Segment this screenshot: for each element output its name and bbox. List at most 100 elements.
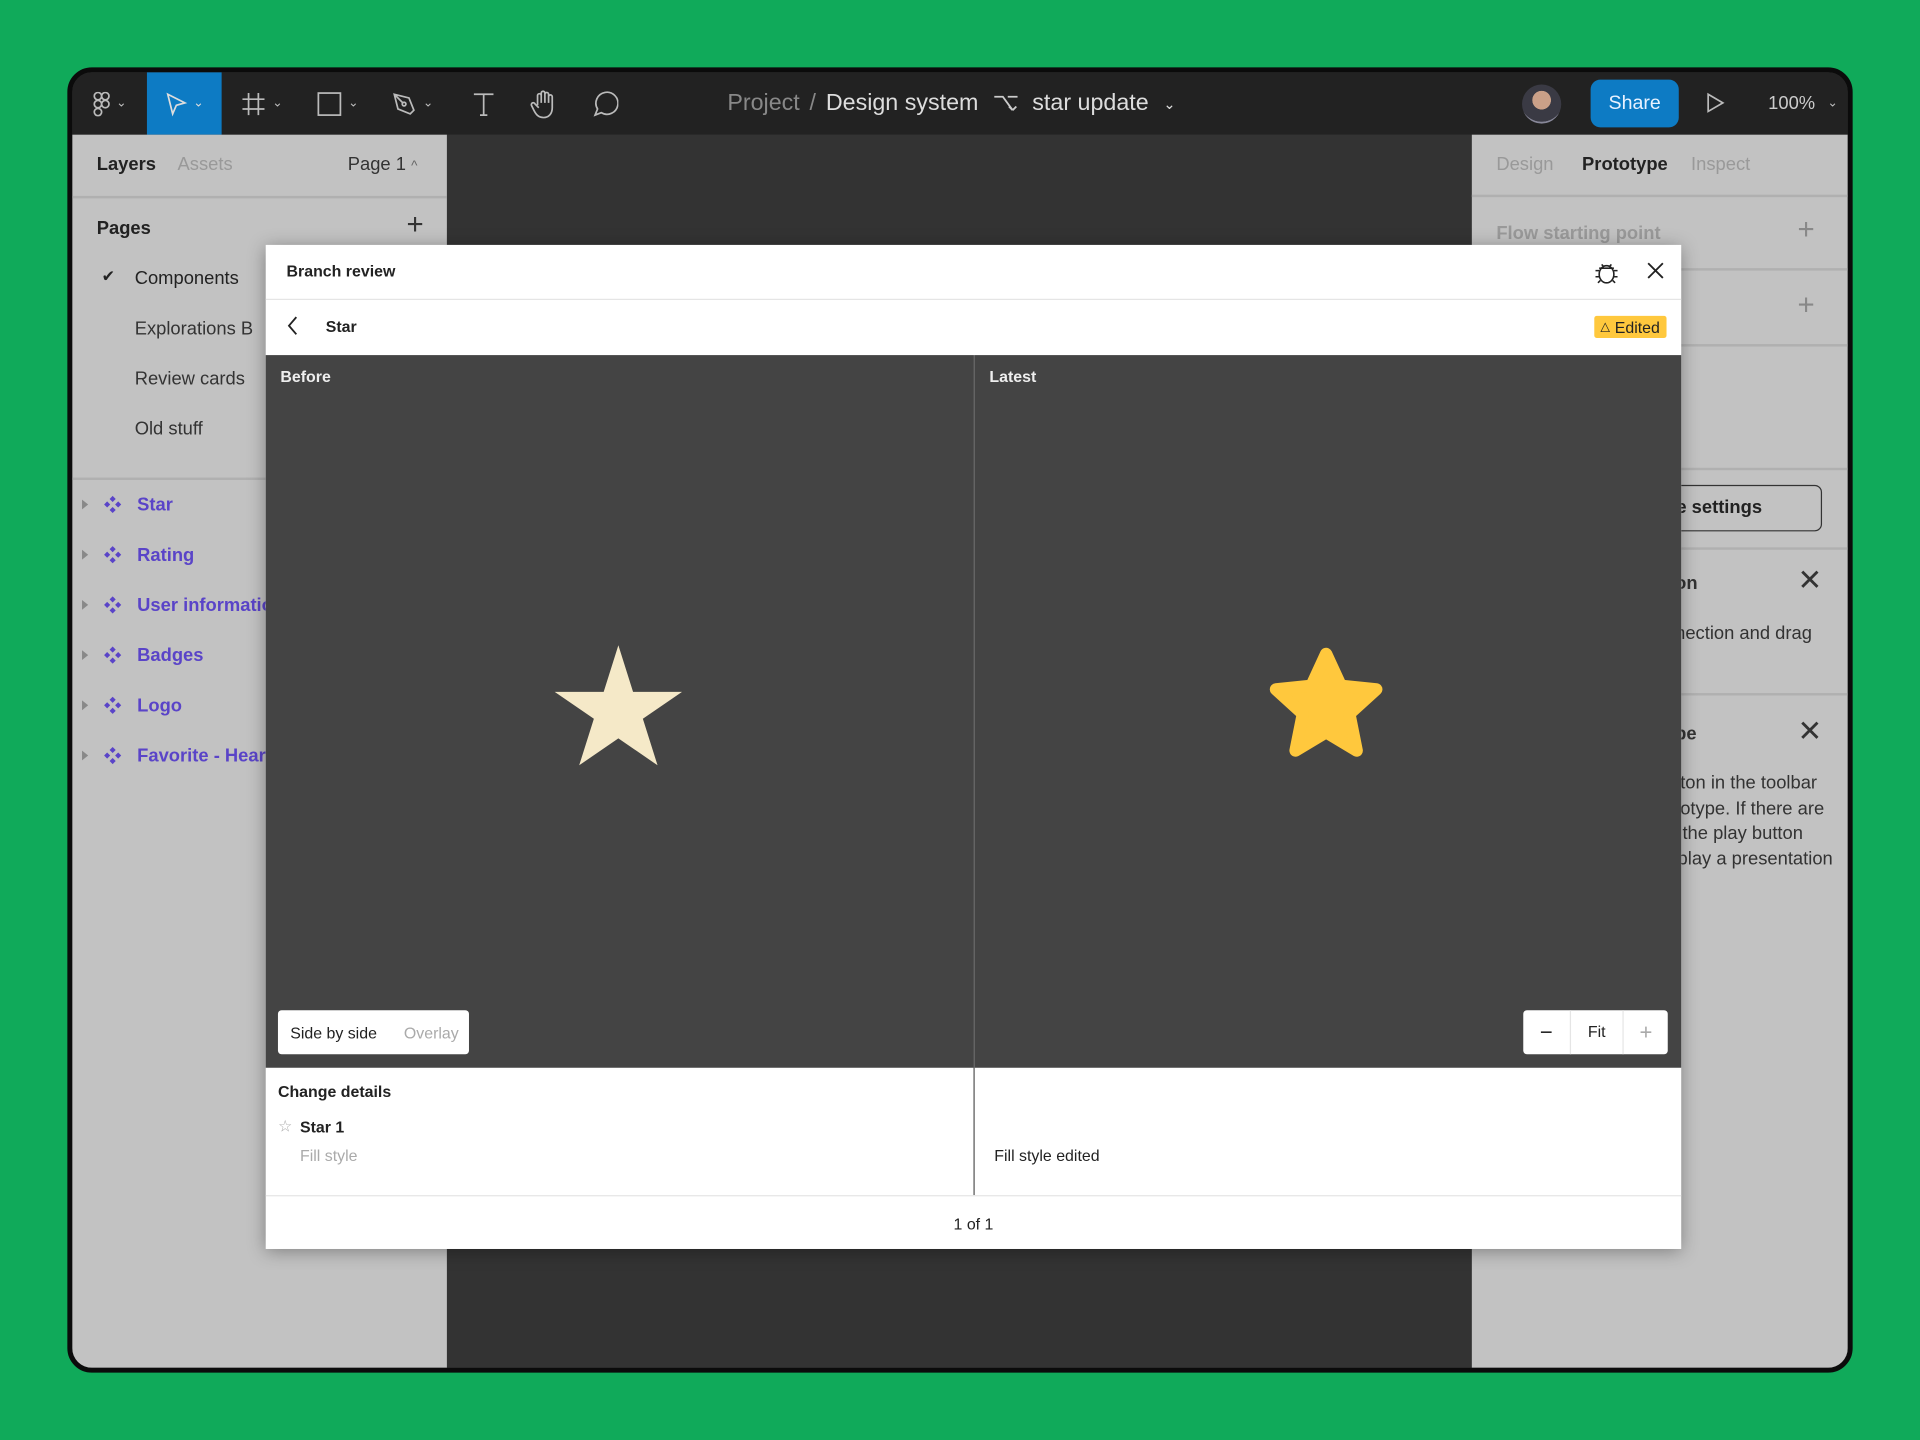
chevron-up-icon: ^ <box>411 159 418 174</box>
layer-label: User informatio <box>137 594 273 616</box>
expand-arrow-icon[interactable] <box>82 549 89 560</box>
page-selector[interactable]: Page 1 ^ <box>348 154 418 175</box>
move-tool-button[interactable]: ⌄ <box>146 72 222 135</box>
layer-item[interactable]: Badges <box>72 640 203 669</box>
text-icon <box>473 92 494 116</box>
close-icon[interactable]: ✕ <box>1798 563 1823 599</box>
zoom-out-button[interactable]: − <box>1523 1010 1571 1055</box>
layer-label: Star <box>137 494 173 515</box>
page-item[interactable]: Old stuff <box>135 419 203 440</box>
expand-arrow-icon[interactable] <box>82 499 89 510</box>
back-chevron-icon[interactable] <box>287 316 299 336</box>
layer-item[interactable]: Logo <box>72 691 182 720</box>
divider <box>265 1195 1682 1197</box>
page-item[interactable]: Review cards <box>135 369 245 390</box>
layer-item[interactable]: Rating <box>72 540 194 569</box>
status-badge: △ Edited <box>1594 315 1667 338</box>
frame-icon <box>242 92 265 115</box>
hand-icon <box>530 89 554 118</box>
changed-layer: Star 1 <box>300 1117 345 1137</box>
zoom-controls: − Fit + <box>1523 1010 1668 1055</box>
side-by-side-option[interactable]: Side by side <box>290 1023 377 1041</box>
breadcrumb-file[interactable]: Design system <box>826 90 979 117</box>
tab-assets[interactable]: Assets <box>178 154 233 175</box>
latest-star-preview <box>1269 647 1383 757</box>
tab-prototype[interactable]: Prototype <box>1582 154 1668 175</box>
checkmark-icon: ✔ <box>101 266 115 286</box>
zoom-menu[interactable]: 100% ⌄ <box>1768 72 1838 134</box>
layer-item[interactable]: User informatio <box>72 590 273 619</box>
branch-icon <box>994 95 1018 111</box>
before-label: Before <box>280 367 331 386</box>
star-layer-icon: ☆ <box>277 1116 293 1136</box>
before-pane: Before Side by side Overlay <box>265 355 974 1068</box>
main-menu-button[interactable]: ⌄ <box>72 72 147 134</box>
layer-item[interactable]: Star <box>72 490 173 519</box>
expand-arrow-icon[interactable] <box>82 750 89 761</box>
add-page-icon[interactable]: + <box>407 210 424 240</box>
tab-layers[interactable]: Layers <box>97 154 156 175</box>
page-item[interactable]: Components <box>135 268 239 289</box>
layer-label: Rating <box>137 544 195 566</box>
section-text: the play button <box>1682 822 1803 844</box>
page-item[interactable]: Explorations B <box>135 318 253 339</box>
before-star-preview <box>554 645 683 766</box>
branch-name[interactable]: star update <box>1032 90 1148 117</box>
cursor-icon <box>166 92 188 116</box>
section-text: play a presentation <box>1677 848 1833 870</box>
comment-tool-button[interactable] <box>580 72 629 134</box>
breadcrumb-project[interactable]: Project <box>727 90 799 117</box>
bug-icon[interactable] <box>1594 258 1618 285</box>
expand-arrow-icon[interactable] <box>82 650 89 661</box>
rectangle-tool-button[interactable]: ⌄ <box>307 72 368 134</box>
play-icon <box>1707 92 1725 113</box>
section-text: totype. If there are <box>1675 798 1825 820</box>
tab-design[interactable]: Design <box>1496 154 1553 175</box>
toolbar: ⌄ ⌄ ⌄ ⌄ ⌄ Project / Design system star u… <box>72 72 1848 135</box>
zoom-in-button[interactable]: + <box>1624 1010 1668 1054</box>
avatar[interactable] <box>1522 84 1562 124</box>
status-badge-label: Edited <box>1614 317 1660 337</box>
close-icon[interactable]: ✕ <box>1798 714 1823 750</box>
divider <box>1471 194 1848 198</box>
expand-arrow-icon[interactable] <box>82 600 89 610</box>
add-icon[interactable]: + <box>1798 291 1815 320</box>
layer-label: Favorite - Hear <box>137 745 266 766</box>
rectangle-icon <box>317 91 342 116</box>
branch-chevron-icon[interactable]: ⌄ <box>1163 95 1175 112</box>
app-window: ⌄ ⌄ ⌄ ⌄ ⌄ Project / Design system star u… <box>67 67 1853 1373</box>
breadcrumb-separator: / <box>809 90 817 116</box>
pen-tool-button[interactable]: ⌄ <box>382 72 443 134</box>
pager: 1 of 1 <box>953 1214 994 1234</box>
chevron-down-icon: ⌄ <box>348 96 359 111</box>
prototype-settings-label: e settings <box>1676 497 1763 518</box>
layer-label: Badges <box>137 644 204 666</box>
change-description: Fill style edited <box>994 1146 1100 1165</box>
text-tool-button[interactable] <box>459 72 508 134</box>
component-icon <box>104 746 122 765</box>
component-icon <box>104 596 122 614</box>
changed-property: Fill style <box>300 1146 358 1165</box>
layer-label: Logo <box>137 694 183 716</box>
latest-label: Latest <box>989 367 1037 386</box>
divider <box>265 298 1682 301</box>
share-button[interactable]: Share <box>1590 79 1679 128</box>
chevron-down-icon: ⌄ <box>422 96 434 111</box>
tab-inspect[interactable]: Inspect <box>1691 154 1750 175</box>
add-flow-icon[interactable]: + <box>1798 215 1815 245</box>
overlay-option[interactable]: Overlay <box>404 1023 459 1041</box>
expand-arrow-icon[interactable] <box>82 700 89 711</box>
section-text: nection and drag <box>1675 623 1812 645</box>
item-name: Star <box>325 317 357 336</box>
frame-tool-button[interactable]: ⌄ <box>231 72 292 134</box>
breadcrumb: Project / Design system star update ⌄ <box>727 72 1175 134</box>
pages-heading: Pages <box>96 217 151 239</box>
hand-tool-button[interactable] <box>519 72 568 134</box>
layer-item[interactable]: Favorite - Hear <box>72 741 266 770</box>
present-button[interactable] <box>1706 92 1726 120</box>
close-icon[interactable] <box>1647 262 1664 279</box>
zoom-fit-button[interactable]: Fit <box>1571 1010 1625 1055</box>
chevron-down-icon: ⌄ <box>116 96 127 111</box>
comment-icon <box>593 90 619 117</box>
chevron-down-icon: ⌄ <box>1827 96 1838 111</box>
